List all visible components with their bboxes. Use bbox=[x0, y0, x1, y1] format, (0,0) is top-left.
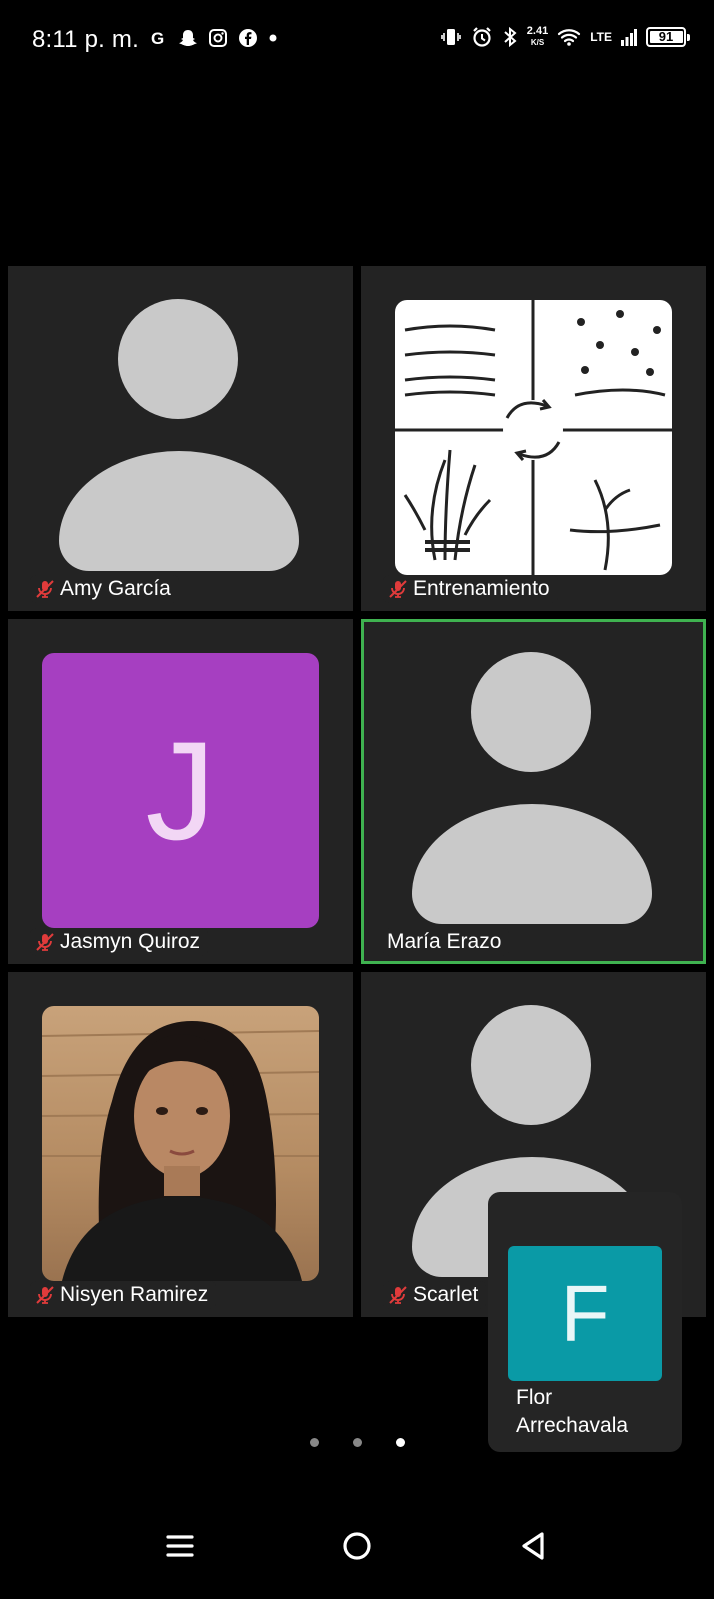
alarm-icon bbox=[473, 27, 491, 47]
participant-name-bar: Jasmyn Quiroz bbox=[30, 928, 209, 956]
bluetooth-icon bbox=[504, 26, 517, 48]
self-name: Flor Arrechavala bbox=[516, 1386, 629, 1437]
participant-tile-nisyen[interactable]: Nisyen Ramirez bbox=[8, 972, 353, 1317]
participant-name: Nisyen Ramirez bbox=[60, 1283, 209, 1306]
status-bar: 8:11 p. m. G 2.41 K/S LTE 91 bbox=[0, 0, 714, 80]
participant-name-bar: María Erazo bbox=[383, 928, 510, 956]
home-icon[interactable] bbox=[337, 1526, 377, 1566]
battery-level: 91 bbox=[658, 29, 674, 44]
signal-icon bbox=[621, 29, 637, 46]
self-view-window[interactable]: F Flor Arrechavala bbox=[488, 1192, 682, 1452]
mic-muted-icon bbox=[389, 1286, 407, 1304]
recents-icon[interactable] bbox=[160, 1526, 200, 1566]
google-icon: G bbox=[151, 29, 164, 47]
participant-name-bar: Scarlet bbox=[383, 1281, 487, 1309]
participant-name-bar: Nisyen Ramirez bbox=[30, 1281, 217, 1309]
status-right-icons: 2.41 K/S LTE 91 bbox=[440, 25, 690, 48]
battery-icon: 91 bbox=[646, 27, 690, 47]
participant-tile-maria[interactable]: María Erazo bbox=[361, 619, 706, 964]
participant-name-bar: Amy García bbox=[30, 575, 179, 603]
participant-name-bar: Entrenamiento bbox=[383, 575, 558, 603]
initial-avatar: J bbox=[42, 653, 319, 928]
vibrate-icon bbox=[440, 29, 461, 45]
net-speed: 2.41 K/S bbox=[526, 25, 549, 48]
facebook-icon bbox=[239, 29, 257, 47]
page-dot[interactable] bbox=[352, 1438, 362, 1447]
participant-name: Scarlet bbox=[413, 1283, 479, 1306]
entrenamiento-logo-image bbox=[395, 300, 672, 575]
participant-tile-entrenamiento[interactable]: Entrenamiento bbox=[361, 266, 706, 611]
mic-muted-icon bbox=[389, 580, 407, 598]
instagram-icon bbox=[209, 29, 227, 47]
default-avatar-icon bbox=[364, 622, 700, 958]
participant-name: Amy García bbox=[60, 577, 171, 600]
snapchat-icon bbox=[179, 30, 197, 46]
network-type: LTE bbox=[590, 30, 612, 44]
default-avatar-icon bbox=[8, 266, 353, 611]
self-initial-avatar: F bbox=[508, 1246, 662, 1381]
mic-muted-icon bbox=[36, 933, 54, 951]
page-dot-current[interactable] bbox=[395, 1438, 405, 1447]
page-indicator[interactable] bbox=[0, 1438, 714, 1447]
mic-muted-icon bbox=[36, 580, 54, 598]
participant-name: Entrenamiento bbox=[413, 577, 550, 600]
participant-name: Jasmyn Quiroz bbox=[60, 930, 201, 953]
notification-dot-icon bbox=[269, 34, 277, 42]
svg-text:G: G bbox=[151, 29, 164, 47]
status-time: 8:11 p. m. bbox=[32, 26, 139, 53]
page-dot[interactable] bbox=[309, 1438, 319, 1447]
back-icon[interactable] bbox=[514, 1526, 554, 1566]
participant-tile-jasmyn[interactable]: J Jasmyn Quiroz bbox=[8, 619, 353, 964]
participant-name: María Erazo bbox=[387, 930, 502, 953]
navigation-bar bbox=[0, 1510, 714, 1599]
participant-photo bbox=[42, 1006, 319, 1281]
wifi-icon bbox=[558, 29, 581, 46]
participant-tile-amy[interactable]: Amy García bbox=[8, 266, 353, 611]
status-left-icons: G bbox=[150, 28, 278, 48]
mic-muted-icon bbox=[36, 1286, 54, 1304]
